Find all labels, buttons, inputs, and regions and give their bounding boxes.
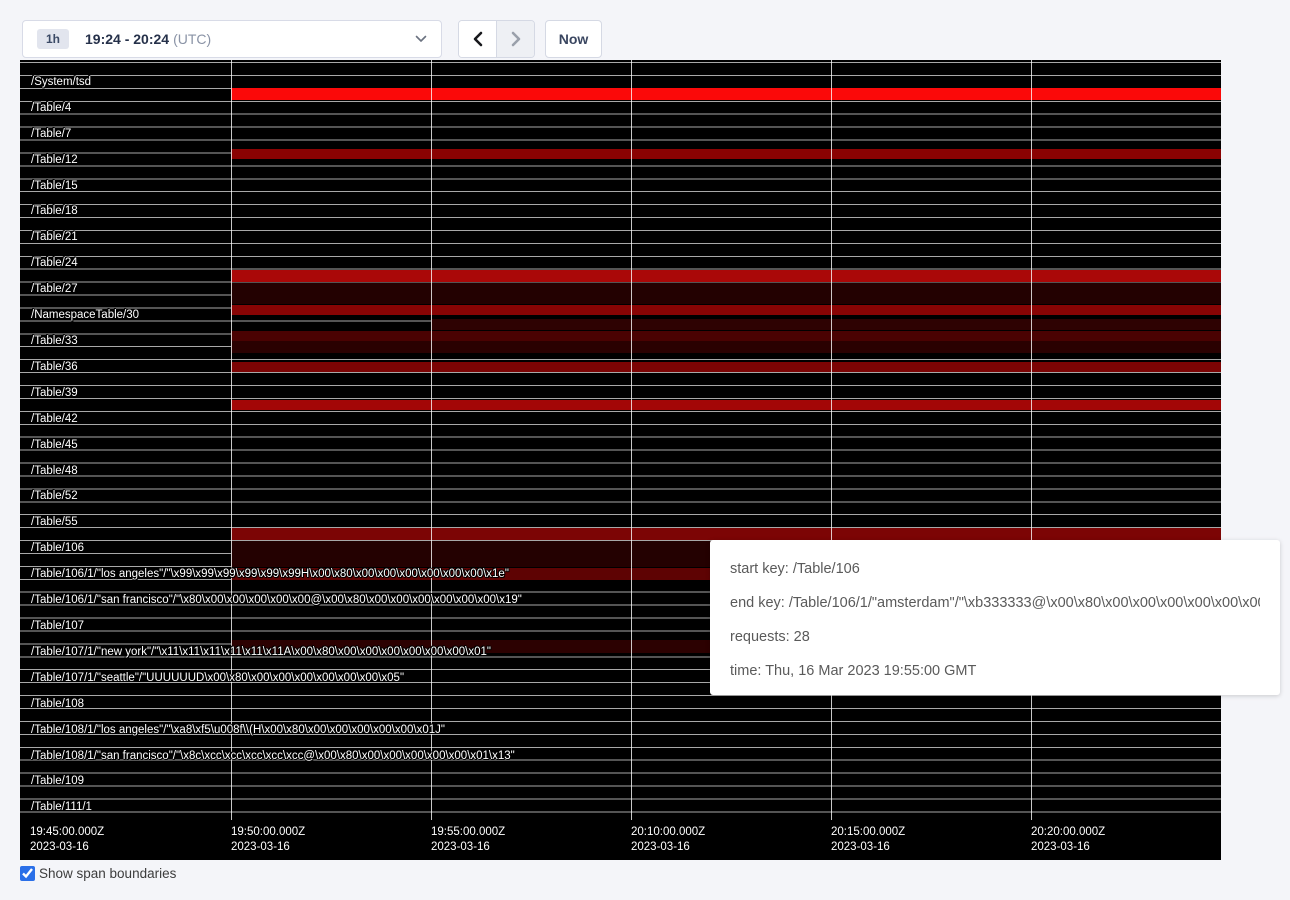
row-label: /Table/52 — [31, 490, 78, 503]
time-range-duration-badge: 1h — [37, 29, 69, 49]
x-axis-tick: 19:45:00.000Z2023-03-16 — [30, 825, 104, 855]
row-label: /Table/21 — [31, 231, 78, 244]
key-visualizer-canvas[interactable]: /System/tsd/Table/4/Table/7/Table/12/Tab… — [20, 60, 1221, 860]
x-axis-tick-time: 20:15:00.000Z — [831, 825, 905, 840]
row-label: /Table/108 — [31, 698, 84, 711]
x-axis-tick-time: 20:20:00.000Z — [1031, 825, 1105, 840]
row-label: /Table/33 — [31, 335, 78, 348]
time-gridline — [231, 60, 232, 820]
row-label: /Table/42 — [31, 413, 78, 426]
row-label: /Table/15 — [31, 180, 78, 193]
chevron-left-icon — [472, 31, 484, 47]
row-label: /Table/109 — [31, 775, 84, 788]
row-label: /Table/111/1 — [31, 801, 92, 814]
x-axis-tick-time: 20:10:00.000Z — [631, 825, 705, 840]
row-label: /Table/7 — [31, 128, 71, 141]
heat-band[interactable] — [231, 283, 1221, 304]
footer: Show span boundaries — [20, 866, 176, 881]
row-label: /Table/45 — [31, 439, 78, 452]
time-gridline — [631, 60, 632, 820]
heat-band[interactable] — [231, 528, 1221, 540]
tooltip-end-key: end key: /Table/106/1/"amsterdam"/"\xb33… — [730, 586, 1260, 620]
x-axis-tick-date: 2023-03-16 — [631, 840, 705, 855]
tooltip-start-key: start key: /Table/106 — [730, 552, 1260, 586]
show-span-boundaries-label: Show span boundaries — [39, 866, 176, 881]
x-axis-tick: 20:15:00.000Z2023-03-16 — [831, 825, 905, 855]
row-label: /System/tsd — [31, 76, 91, 89]
x-axis-tick-time: 19:50:00.000Z — [231, 825, 305, 840]
x-axis-tick-date: 2023-03-16 — [431, 840, 505, 855]
heat-band[interactable] — [231, 270, 1221, 282]
x-axis-tick: 19:50:00.000Z2023-03-16 — [231, 825, 305, 855]
time-range-label: 19:24 - 20:24(UTC) — [85, 31, 211, 47]
time-range-selector[interactable]: 1h 19:24 - 20:24(UTC) — [22, 20, 442, 58]
heat-band[interactable] — [231, 149, 1221, 159]
heat-band[interactable] — [231, 305, 1221, 315]
time-gridline — [831, 60, 832, 820]
heat-band[interactable] — [231, 341, 1221, 353]
prev-time-button[interactable] — [459, 21, 496, 57]
row-label: /Table/36 — [31, 361, 78, 374]
x-axis-tick: 20:20:00.000Z2023-03-16 — [1031, 825, 1105, 855]
row-label: /NamespaceTable/30 — [31, 309, 139, 322]
x-axis-tick-date: 2023-03-16 — [1031, 840, 1105, 855]
x-axis-tick-date: 2023-03-16 — [30, 840, 104, 855]
row-label: /Table/27 — [31, 283, 78, 296]
heat-band[interactable] — [231, 362, 1221, 372]
tooltip-requests: requests: 28 — [730, 620, 1260, 654]
next-time-button[interactable] — [496, 21, 534, 57]
row-label: /Table/48 — [31, 465, 78, 478]
chevron-right-icon — [510, 31, 522, 47]
span-tooltip: start key: /Table/106 end key: /Table/10… — [710, 540, 1280, 695]
x-axis-tick-time: 19:55:00.000Z — [431, 825, 505, 840]
now-button[interactable]: Now — [545, 20, 602, 58]
row-label: /Table/107 — [31, 620, 84, 633]
heat-band[interactable] — [431, 319, 1221, 330]
time-range-timezone: (UTC) — [173, 31, 211, 47]
row-label: /Table/106/1/"san francisco"/"\x80\x00\x… — [31, 594, 522, 607]
row-label: /Table/55 — [31, 516, 78, 529]
x-axis-tick: 20:10:00.000Z2023-03-16 — [631, 825, 705, 855]
chevron-down-icon — [415, 35, 427, 43]
row-label: /Table/108/1/"san francisco"/"\x8c\xcc\x… — [31, 750, 515, 763]
x-axis-tick-date: 2023-03-16 — [231, 840, 305, 855]
row-label: /Table/12 — [31, 154, 78, 167]
row-label: /Table/108/1/"los angeles"/"\xa8\xf5\u00… — [31, 724, 445, 737]
row-label: /Table/107/1/"new york"/"\x11\x11\x11\x1… — [31, 646, 491, 659]
row-label: /Table/18 — [31, 205, 78, 218]
x-axis-tick-date: 2023-03-16 — [831, 840, 905, 855]
row-label: /Table/24 — [31, 257, 78, 270]
row-label: /Table/107/1/"seattle"/"UUUUUUD\x00\x80\… — [31, 672, 404, 685]
time-gridline — [431, 60, 432, 820]
show-span-boundaries-checkbox[interactable] — [20, 866, 35, 881]
heat-band[interactable] — [231, 331, 1221, 341]
row-label: /Table/106 — [31, 542, 84, 555]
time-range-value: 19:24 - 20:24 — [85, 31, 169, 47]
heat-band[interactable] — [231, 400, 1221, 410]
heat-band[interactable] — [231, 88, 1221, 100]
row-label: /Table/39 — [31, 387, 78, 400]
row-label: /Table/4 — [31, 102, 71, 115]
time-gridline — [1031, 60, 1032, 820]
x-axis-tick-time: 19:45:00.000Z — [30, 825, 104, 840]
tooltip-time: time: Thu, 16 Mar 2023 19:55:00 GMT — [730, 654, 1260, 688]
time-nav-button-group — [458, 20, 535, 58]
x-axis-tick: 19:55:00.000Z2023-03-16 — [431, 825, 505, 855]
row-label: /Table/106/1/"los angeles"/"\x99\x99\x99… — [31, 568, 509, 581]
